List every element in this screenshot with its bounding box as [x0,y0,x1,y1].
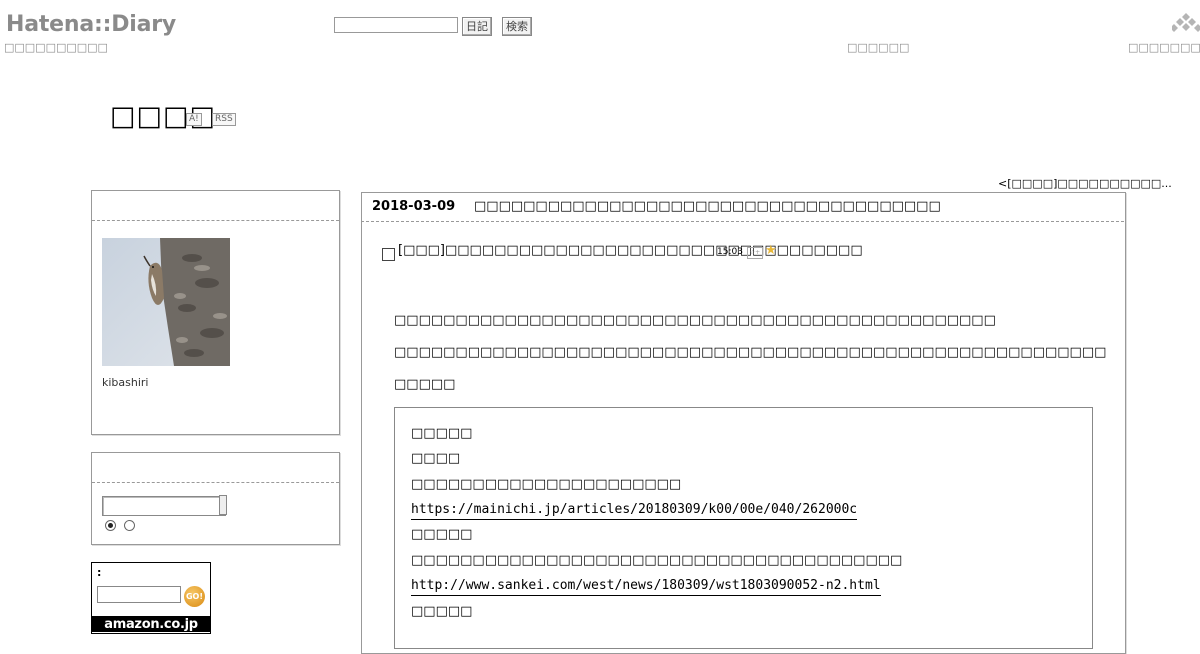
section-title[interactable]: [□□□]□□□□□□□□□□□□□□□□□□□□□□□□□□□□□□□□□□ [398,243,863,258]
section-checkbox-icon[interactable] [382,248,395,261]
hatena-diary-logo[interactable]: Hatena::Diary [6,10,176,40]
sidebar-search-input[interactable] [102,496,226,516]
rss-badge[interactable]: RSS [212,113,236,126]
quote-line-2: □□□□ [411,451,461,466]
quote-line-4: □□□□□ [411,527,473,542]
header-right-links[interactable]: □□□□□□□□□□ [1128,41,1200,54]
add-star-button[interactable]: ☆+ [747,247,763,259]
quote-link-mainichi[interactable]: https://mainichi.jp/articles/20180309/k0… [411,502,858,520]
search-scope-radio-all[interactable] [124,520,135,531]
diary-search-button[interactable]: 日記 [462,17,492,36]
star-icon[interactable]: ★ [765,243,777,258]
quote-link-sankei[interactable]: http://www.sankei.com/west/news/180309/w… [411,578,881,596]
search-box-header [92,453,339,483]
amazon-label: : [97,566,102,579]
search-button[interactable]: 検索 [502,17,532,36]
header-mid-link[interactable]: □□□□□□ [847,41,909,54]
entry-title[interactable]: □□□□□□□□□□□□□□□□□□□□□□□□□□□□□□□□□□□□□□ [474,199,941,214]
previous-entry-link[interactable]: <[□□□□]□□□□□□□□□□... [998,177,1172,190]
profile-image[interactable] [102,238,230,366]
search-input[interactable] [334,17,458,33]
profile-name[interactable]: kibashiri [102,376,149,389]
blockquote [394,407,1093,649]
sidebar-search-button[interactable] [219,495,227,515]
quote-line-3: □□□□□□□□□□□□□□□□□□□□□□ [411,477,682,492]
entry-paragraph-2: □□□□□□□□□□□□□□□□□□□□□□□□□□□□□□□□□□□□□□□□… [394,345,1107,360]
entry-paragraph-3: □□□□□ [394,377,456,392]
header-sub-link[interactable]: □□□□□□□□□□ [4,41,108,54]
entry-paragraph-1: □□□□□□□□□□□□□□□□□□□□□□□□□□□□□□□□□□□□□□□□… [394,313,996,328]
search-scope-radio-diary[interactable] [105,520,116,531]
entry-date[interactable]: 2018-03-09 [372,199,455,214]
amazon-search-input[interactable] [97,586,181,603]
antenna-badge[interactable]: A! [186,113,202,126]
section-time[interactable]: 15:03 [717,247,743,257]
amazon-go-button[interactable]: GO! [184,586,205,607]
quote-line-1: □□□□□ [411,426,473,441]
quote-line-6: □□□□□ [411,604,473,619]
hatena-logo-icon[interactable] [1172,13,1200,37]
quote-line-5: □□□□□□□□□□□□□□□□□□□□□□□□□□□□□□□□□□□□□□□□ [411,553,903,568]
profile-box-header [92,191,339,221]
